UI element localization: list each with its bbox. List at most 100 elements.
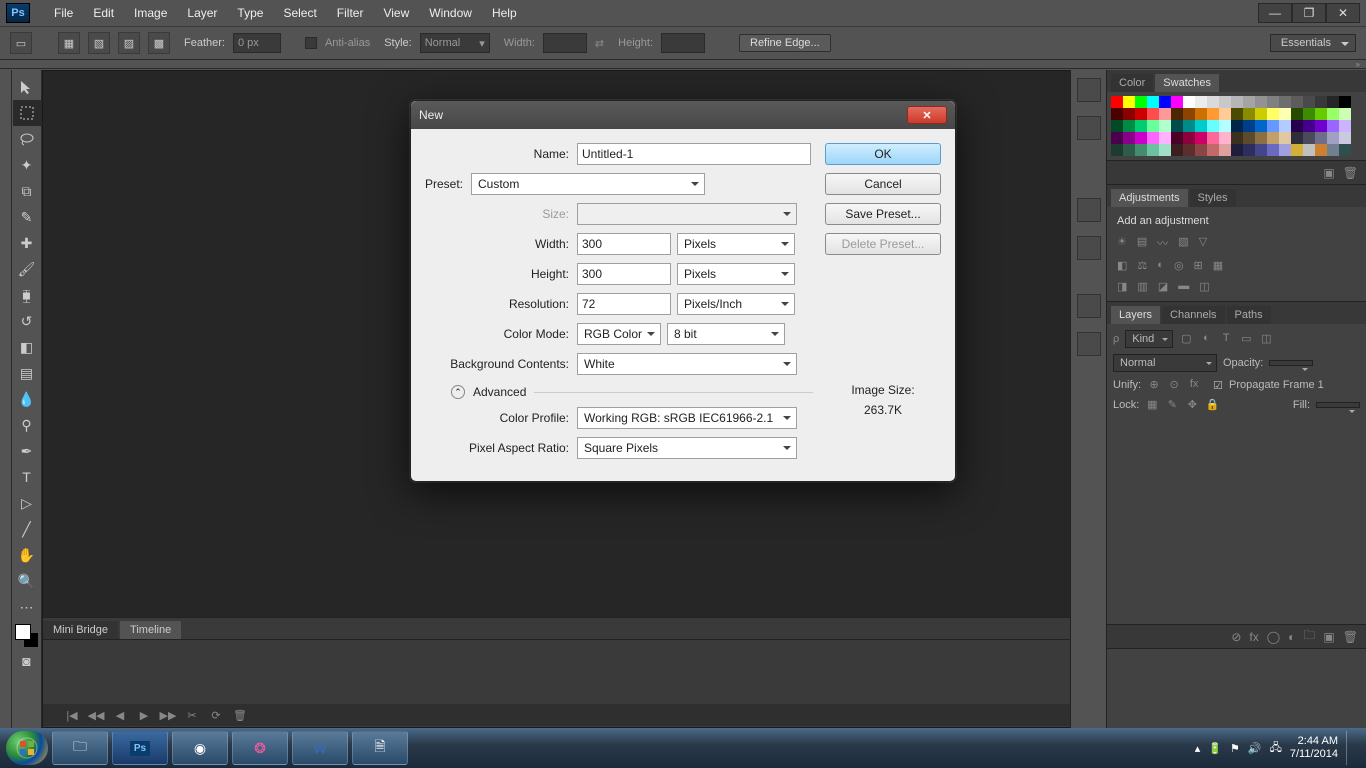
clone-stamp-tool-icon[interactable]: ⧯ bbox=[13, 282, 41, 308]
swatch[interactable] bbox=[1279, 132, 1291, 144]
ok-button[interactable]: OK bbox=[825, 143, 941, 165]
menu-select[interactable]: Select bbox=[273, 2, 326, 24]
unify-pos-icon[interactable]: ⊕ bbox=[1147, 378, 1161, 392]
swatch[interactable] bbox=[1195, 132, 1207, 144]
show-desktop[interactable] bbox=[1346, 731, 1354, 765]
save-preset-button[interactable]: Save Preset... bbox=[825, 203, 941, 225]
transport-prev-icon[interactable]: ◀◀ bbox=[87, 709, 105, 722]
swatch[interactable] bbox=[1171, 132, 1183, 144]
swatch[interactable] bbox=[1135, 120, 1147, 132]
properties-panel-icon[interactable] bbox=[1077, 198, 1101, 222]
add-selection-icon[interactable]: ▧ bbox=[88, 32, 110, 54]
menu-file[interactable]: File bbox=[44, 2, 83, 24]
transport-options-icon[interactable]: ⟳ bbox=[207, 709, 225, 722]
taskbar-word[interactable]: W bbox=[292, 731, 348, 765]
swatch[interactable] bbox=[1303, 132, 1315, 144]
swatch[interactable] bbox=[1159, 108, 1171, 120]
tab-layers[interactable]: Layers bbox=[1111, 306, 1160, 324]
dodge-tool-icon[interactable]: ⚲ bbox=[13, 412, 41, 438]
swap-wh-icon[interactable]: ⇄ bbox=[595, 37, 604, 50]
taskbar-notepad[interactable]: 🗎 bbox=[352, 731, 408, 765]
new-layer-icon[interactable]: ▣ bbox=[1323, 630, 1334, 644]
healing-brush-tool-icon[interactable]: ✚ bbox=[13, 230, 41, 256]
swatch[interactable] bbox=[1219, 108, 1231, 120]
swatch[interactable] bbox=[1243, 120, 1255, 132]
menu-view[interactable]: View bbox=[373, 2, 419, 24]
adj-layer-icon[interactable]: ◐ bbox=[1288, 630, 1295, 644]
swatch[interactable] bbox=[1195, 120, 1207, 132]
swatch[interactable] bbox=[1243, 144, 1255, 156]
swatch[interactable] bbox=[1267, 144, 1279, 156]
shape-tool-icon[interactable]: ╱ bbox=[13, 516, 41, 542]
tab-adjustments[interactable]: Adjustments bbox=[1111, 189, 1188, 207]
swatch[interactable] bbox=[1315, 108, 1327, 120]
swatches-grid[interactable] bbox=[1107, 92, 1359, 160]
swatch[interactable] bbox=[1291, 120, 1303, 132]
bg-contents-dropdown[interactable]: White bbox=[577, 353, 797, 375]
filter-pixel-icon[interactable]: ▢ bbox=[1179, 332, 1193, 346]
height-input[interactable] bbox=[661, 33, 705, 53]
tray-overflow-icon[interactable]: ▴ bbox=[1195, 742, 1201, 755]
transport-play-icon[interactable]: ▶ bbox=[135, 709, 153, 722]
resolution-unit-dropdown[interactable]: Pixels/Inch bbox=[677, 293, 795, 315]
adj-bw-icon[interactable]: ◐ bbox=[1157, 259, 1164, 272]
swatch[interactable] bbox=[1267, 132, 1279, 144]
swatch[interactable] bbox=[1111, 144, 1123, 156]
tool-preset-picker[interactable]: ▭ bbox=[10, 32, 32, 54]
swatch[interactable] bbox=[1231, 144, 1243, 156]
swatch[interactable] bbox=[1303, 120, 1315, 132]
swatch[interactable] bbox=[1255, 120, 1267, 132]
path-select-tool-icon[interactable]: ▷ bbox=[13, 490, 41, 516]
lock-pixel-icon[interactable]: ✎ bbox=[1165, 398, 1179, 412]
swatch[interactable] bbox=[1327, 120, 1339, 132]
mask-icon[interactable]: ◯ bbox=[1267, 630, 1280, 644]
swatch[interactable] bbox=[1147, 96, 1159, 108]
swatch[interactable] bbox=[1183, 96, 1195, 108]
opacity-dropdown[interactable] bbox=[1269, 360, 1313, 366]
start-button[interactable] bbox=[6, 731, 48, 765]
swatch[interactable] bbox=[1339, 120, 1351, 132]
swatch[interactable] bbox=[1171, 144, 1183, 156]
swatch[interactable] bbox=[1267, 108, 1279, 120]
layer-filter-kind[interactable]: Kind bbox=[1125, 330, 1173, 348]
unify-style-icon[interactable]: fx bbox=[1187, 378, 1201, 392]
swatch[interactable] bbox=[1243, 132, 1255, 144]
character-panel-icon[interactable] bbox=[1077, 294, 1101, 318]
taskbar-app-pink[interactable]: ❂ bbox=[232, 731, 288, 765]
window-close[interactable]: ✕ bbox=[1326, 3, 1360, 23]
swatch[interactable] bbox=[1159, 96, 1171, 108]
tray-battery-icon[interactable]: 🔋 bbox=[1208, 742, 1222, 755]
swatch[interactable] bbox=[1147, 132, 1159, 144]
swatch[interactable] bbox=[1231, 132, 1243, 144]
swatch[interactable] bbox=[1303, 108, 1315, 120]
taskbar-chrome[interactable]: ◉ bbox=[172, 731, 228, 765]
swatch[interactable] bbox=[1255, 108, 1267, 120]
swatch[interactable] bbox=[1195, 108, 1207, 120]
tab-timeline[interactable]: Timeline bbox=[120, 621, 181, 639]
adj-selcol-icon[interactable]: ◫ bbox=[1199, 280, 1209, 293]
swatch[interactable] bbox=[1123, 132, 1135, 144]
brush-tool-icon[interactable]: 🖌 bbox=[13, 256, 41, 282]
advanced-toggle-icon[interactable]: ⌃ bbox=[451, 385, 465, 399]
blend-mode-dropdown[interactable]: Normal bbox=[1113, 354, 1217, 372]
new-selection-icon[interactable]: ▦ bbox=[58, 32, 80, 54]
menu-filter[interactable]: Filter bbox=[327, 2, 374, 24]
filter-smart-icon[interactable]: ◫ bbox=[1259, 332, 1273, 346]
swatch[interactable] bbox=[1339, 96, 1351, 108]
delete-layer-icon[interactable]: 🗑 bbox=[1343, 630, 1358, 644]
swatch[interactable] bbox=[1207, 108, 1219, 120]
tray-clock[interactable]: 2:44 AM 7/11/2014 bbox=[1290, 735, 1338, 761]
swatch[interactable] bbox=[1303, 144, 1315, 156]
swatch[interactable] bbox=[1291, 108, 1303, 120]
swatch[interactable] bbox=[1219, 144, 1231, 156]
feather-input[interactable] bbox=[233, 33, 281, 53]
color-swatches[interactable] bbox=[15, 624, 39, 648]
refine-edge-button[interactable]: Refine Edge... bbox=[739, 34, 831, 52]
swatch[interactable] bbox=[1135, 108, 1147, 120]
swatch[interactable] bbox=[1147, 120, 1159, 132]
menu-type[interactable]: Type bbox=[227, 2, 273, 24]
lock-trans-icon[interactable]: ▦ bbox=[1145, 398, 1159, 412]
adj-photo-icon[interactable]: ◎ bbox=[1174, 259, 1184, 272]
fill-dropdown[interactable] bbox=[1316, 402, 1360, 408]
swatch[interactable] bbox=[1291, 96, 1303, 108]
